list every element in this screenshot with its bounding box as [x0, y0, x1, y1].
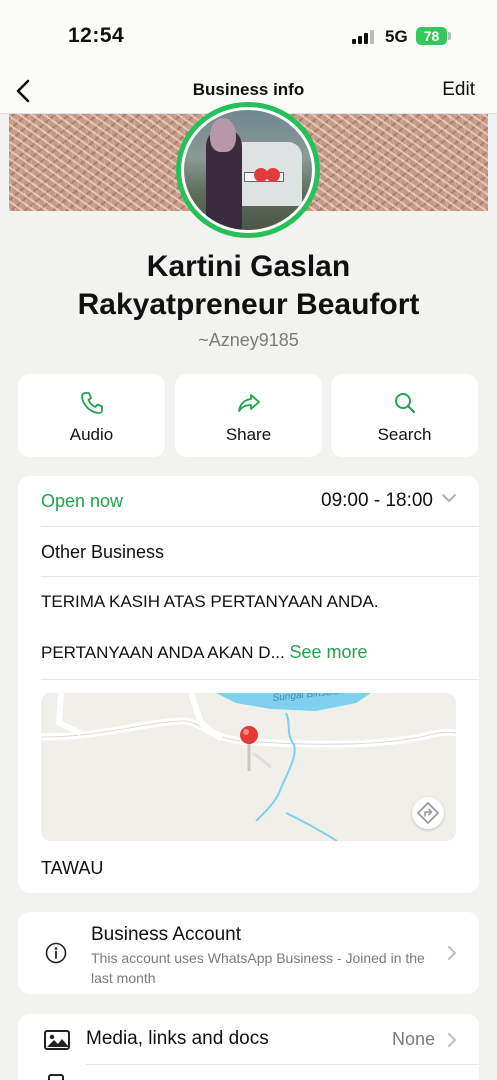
- page-title: Business info: [192, 80, 305, 99]
- see-more-link[interactable]: See more: [289, 642, 367, 662]
- business-name-line2: Rakyatpreneur Beaufort: [77, 288, 420, 321]
- search-button[interactable]: Search: [331, 374, 478, 457]
- divider: [86, 1064, 479, 1065]
- business-account-subtitle: This account uses WhatsApp Business - Jo…: [91, 950, 425, 986]
- next-row-icon: [48, 1074, 64, 1080]
- business-name-line1: Kartini Gaslan: [146, 250, 351, 283]
- status-bar: 12:54 5G 78: [0, 0, 497, 70]
- image-icon: [44, 1030, 70, 1050]
- business-info-card: Open now 09:00 - 18:00 Other Business TE…: [18, 476, 479, 893]
- divider: [41, 576, 479, 577]
- profile-avatar[interactable]: [176, 102, 320, 238]
- description-text: PERTANYAAN ANDA AKAN D...: [41, 643, 285, 662]
- audio-label: Audio: [69, 425, 114, 444]
- open-status: Open now: [41, 491, 124, 511]
- directions-icon: [417, 802, 439, 824]
- avatar-photo: [184, 110, 312, 230]
- audio-call-button[interactable]: Audio: [18, 374, 165, 457]
- search-icon: [395, 393, 416, 414]
- divider: [41, 679, 479, 680]
- info-icon: [45, 942, 67, 964]
- business-category: Other Business: [41, 542, 165, 562]
- phone-icon: [81, 392, 103, 414]
- media-links-docs-label: Media, links and docs: [86, 1028, 269, 1049]
- media-links-docs-card[interactable]: Media, links and docs None: [18, 1014, 479, 1080]
- battery-icon: 78: [416, 27, 447, 45]
- signal-strength-icon: [352, 30, 378, 44]
- network-type: 5G: [385, 27, 408, 46]
- chevron-right-icon: [448, 946, 456, 960]
- share-button[interactable]: Share: [175, 374, 322, 457]
- location-text: TAWAU: [41, 858, 104, 878]
- edit-button[interactable]: Edit: [442, 79, 475, 101]
- media-count: None: [391, 1029, 435, 1049]
- business-account-title: Business Account: [91, 924, 241, 945]
- profile-handle: ~Azney9185: [198, 330, 299, 350]
- business-name: Kartini Gaslan Rakyatpreneur Beaufort: [0, 248, 497, 324]
- divider: [41, 526, 479, 527]
- map-graphic: Sungai Binsuluk: [41, 693, 456, 841]
- business-account-card[interactable]: Business Account This account uses Whats…: [18, 912, 479, 994]
- battery-level: 78: [423, 28, 440, 44]
- search-label: Search: [377, 425, 432, 444]
- status-time: 12:54: [68, 24, 125, 47]
- directions-button[interactable]: [412, 797, 444, 829]
- map-pin-icon: [240, 726, 258, 744]
- location-map[interactable]: Sungai Binsuluk: [41, 693, 456, 841]
- description-line2: PERTANYAAN ANDA AKAN D... See more: [41, 642, 368, 663]
- description-line1: TERIMA KASIH ATAS PERTANYAAN ANDA.: [41, 592, 379, 611]
- chevron-right-icon: [448, 1033, 456, 1047]
- chevron-down-icon[interactable]: [441, 492, 457, 504]
- battery-tip: [448, 32, 451, 40]
- share-label: Share: [225, 425, 272, 444]
- share-icon: [238, 394, 260, 412]
- business-hours[interactable]: 09:00 - 18:00: [321, 490, 433, 512]
